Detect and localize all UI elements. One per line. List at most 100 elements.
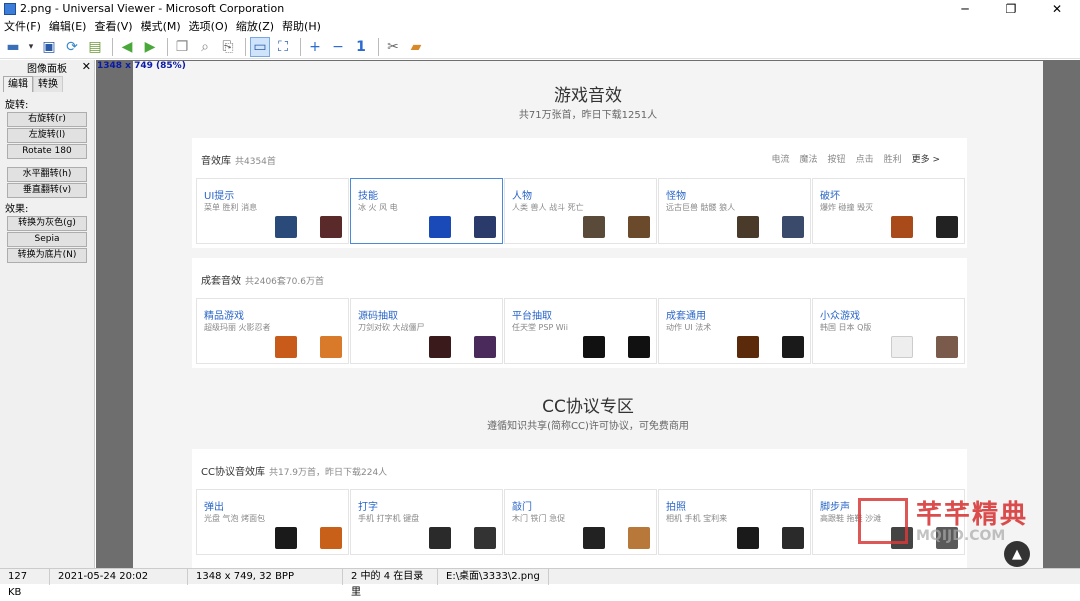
- thumbnail: [583, 527, 605, 549]
- card-desc: 动作 UI 法术: [666, 323, 712, 332]
- card-ui[interactable]: UI提示 菜单 胜利 消息: [196, 178, 349, 244]
- card-desc: 远古巨兽 骷髅 狼人: [666, 203, 736, 212]
- delete-icon[interactable]: ▤: [85, 37, 105, 57]
- tools-icon[interactable]: ✂: [383, 37, 403, 57]
- title-bar: 2.png - Universal Viewer - Microsoft Cor…: [0, 0, 1080, 17]
- dropdown-icon[interactable]: ▾: [26, 37, 36, 57]
- thumbnail: [936, 336, 958, 358]
- flip-vertical-button[interactable]: 垂直翻转(v): [7, 183, 87, 198]
- panel-close-icon[interactable]: ✕: [82, 60, 91, 73]
- thumbnail: [275, 216, 297, 238]
- menu-mode[interactable]: 模式(M): [137, 18, 185, 34]
- sepia-button[interactable]: Sepia: [7, 232, 87, 247]
- zoom-out-icon[interactable]: −: [328, 37, 348, 57]
- save-icon[interactable]: ▣: [39, 37, 59, 57]
- maximize-button[interactable]: ❐: [988, 0, 1034, 17]
- category-link[interactable]: 魔法: [800, 152, 818, 165]
- card-photo[interactable]: 拍照 相机 手机 宝利来: [658, 489, 811, 555]
- thumbnail: [891, 336, 913, 358]
- menu-edit[interactable]: 编辑(E): [45, 18, 91, 34]
- export-icon[interactable]: ⎘: [218, 37, 238, 57]
- card-desc: 手机 打字机 键盘: [358, 514, 420, 523]
- thumbnail: [320, 216, 342, 238]
- forward-icon[interactable]: ▶: [140, 37, 160, 57]
- thumbnail: [275, 336, 297, 358]
- category-link[interactable]: 按钮: [828, 152, 846, 165]
- thumbnail: [429, 336, 451, 358]
- card-title: 破坏: [820, 191, 840, 202]
- flip-horizontal-button[interactable]: 水平翻转(h): [7, 167, 87, 182]
- plugin-icon[interactable]: ▰: [406, 37, 426, 57]
- menu-file[interactable]: 文件(F): [0, 18, 45, 34]
- back-icon[interactable]: ◀: [117, 37, 137, 57]
- tab-edit[interactable]: 编辑: [3, 76, 33, 92]
- more-link[interactable]: 更多 >: [912, 152, 940, 165]
- category-link[interactable]: 点击: [856, 152, 874, 165]
- scroll-top-icon[interactable]: ▲: [1004, 541, 1030, 567]
- menu-options[interactable]: 选项(O): [185, 18, 232, 34]
- actual-size-icon[interactable]: 1: [351, 37, 371, 57]
- toolbar-divider: [378, 37, 379, 56]
- close-button[interactable]: ✕: [1034, 0, 1080, 17]
- grayscale-button[interactable]: 转换为灰色(g): [7, 216, 87, 231]
- cc-library-panel: CC协议音效库 共17.9万首，昨日下载224人 弹出 光盘 气泡 烤面包 打字 手机…: [192, 449, 967, 568]
- zoom-in-icon[interactable]: +: [305, 37, 325, 57]
- card-premium-game[interactable]: 精品游戏 超级玛丽 火影忍者: [196, 298, 349, 364]
- panel-heading-count: 共4354首: [235, 157, 276, 167]
- thumbnail: [429, 216, 451, 238]
- toolbar-divider: [167, 37, 168, 56]
- status-path: E:\桌面\3333\2.png: [438, 568, 549, 585]
- card-character[interactable]: 人物 人类 兽人 战斗 死亡: [504, 178, 657, 244]
- minimize-button[interactable]: ─: [942, 0, 988, 17]
- category-link[interactable]: 电流: [772, 152, 790, 165]
- card-desc: 人类 兽人 战斗 死亡: [512, 203, 584, 212]
- watermark-domain: MQIJD.COM: [916, 528, 1006, 544]
- card-knock[interactable]: 敲门 木门 铁门 急促: [504, 489, 657, 555]
- card-niche-game[interactable]: 小众游戏 韩国 日本 Q版: [812, 298, 965, 364]
- card-popup[interactable]: 弹出 光盘 气泡 烤面包: [196, 489, 349, 555]
- card-title: 脚步声: [820, 502, 850, 513]
- category-link[interactable]: 胜利: [884, 152, 902, 165]
- thumbnail: [782, 216, 804, 238]
- image-panel: 图像面板 ✕ 编辑 转换 旋转: 右旋转(r) 左旋转(l) Rotate 18…: [0, 60, 95, 568]
- card-destroy[interactable]: 破坏 爆炸 碰撞 毁灭: [812, 178, 965, 244]
- menu-view[interactable]: 查看(V): [90, 18, 136, 34]
- panel-heading: 成套音效 共2406套70.6万首: [201, 272, 324, 287]
- zoom-info: 1348 x 749 (85%): [97, 61, 186, 71]
- thumbnail: [474, 527, 496, 549]
- displayed-image: 游戏音效 共71万张首，昨日下载1251人 音效库 共4354首 电流 魔法 按钮…: [133, 61, 1043, 568]
- find-icon[interactable]: ⌕: [195, 37, 215, 57]
- sfx-set-panel: 成套音效 共2406套70.6万首 精品游戏 超级玛丽 火影忍者 源码抽取 刀剑对砍 …: [192, 258, 967, 368]
- menu-help[interactable]: 帮助(H): [278, 18, 325, 34]
- tab-convert[interactable]: 转换: [33, 76, 63, 92]
- rotate-left-button[interactable]: 左旋转(l): [7, 128, 87, 143]
- menu-zoom[interactable]: 缩放(Z): [232, 18, 278, 34]
- card-monster[interactable]: 怪物 远古巨兽 骷髅 狼人: [658, 178, 811, 244]
- card-skill[interactable]: 技能冰 火 风 电: [350, 178, 503, 244]
- thumbnail: [782, 527, 804, 549]
- menu-bar: 文件(F) 编辑(E) 查看(V) 模式(M) 选项(O) 缩放(Z) 帮助(H…: [0, 17, 1080, 34]
- fullscreen-icon[interactable]: ⛶: [273, 37, 293, 57]
- card-source-extract[interactable]: 源码抽取 刀剑对砍 大战僵尸: [350, 298, 503, 364]
- card-title: 小众游戏: [820, 311, 860, 322]
- fit-window-icon[interactable]: ▭: [250, 36, 270, 57]
- card-title: 成套通用: [666, 311, 706, 322]
- category-links: 电流 魔法 按钮 点击 胜利 更多 >: [772, 152, 940, 165]
- card-title: 弹出: [204, 502, 224, 513]
- rotate-180-button[interactable]: Rotate 180: [7, 144, 87, 159]
- open-icon[interactable]: ▬: [3, 37, 23, 57]
- status-date: 2021-05-24 20:02: [50, 568, 188, 585]
- window-title: 2.png - Universal Viewer - Microsoft Cor…: [20, 2, 285, 15]
- rotate-right-button[interactable]: 右旋转(r): [7, 112, 87, 127]
- reload-icon[interactable]: ⟳: [62, 37, 82, 57]
- image-canvas[interactable]: 游戏音效 共71万张首，昨日下载1251人 音效库 共4354首 电流 魔法 按钮…: [96, 60, 1080, 568]
- card-typing[interactable]: 打字 手机 打字机 键盘: [350, 489, 503, 555]
- card-platform-extract[interactable]: 平台抽取 任天堂 PSP Wii: [504, 298, 657, 364]
- negative-button[interactable]: 转换为底片(N): [7, 248, 87, 263]
- section-title-cc: CC协议专区: [542, 397, 634, 417]
- card-set-general[interactable]: 成套通用 动作 UI 法术: [658, 298, 811, 364]
- thumbnail: [628, 527, 650, 549]
- copy-icon[interactable]: ❐: [172, 37, 192, 57]
- panel-heading-title: 音效库: [201, 156, 231, 167]
- thumbnail: [782, 336, 804, 358]
